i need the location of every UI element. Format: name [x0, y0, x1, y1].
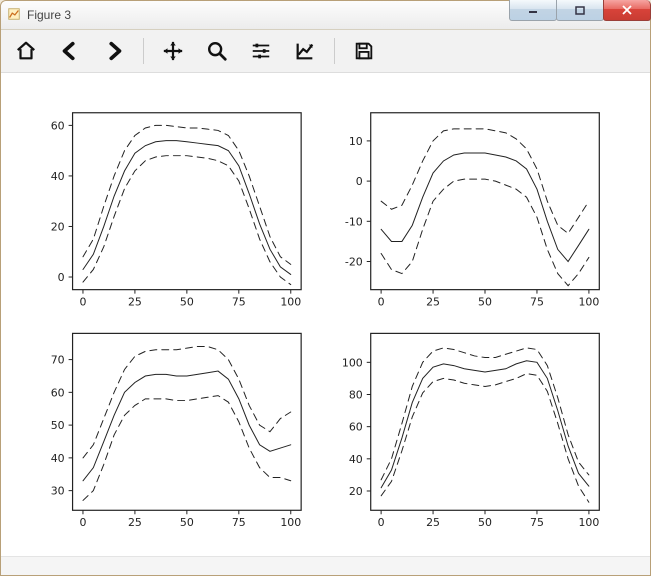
app-icon	[7, 7, 21, 21]
minimize-button[interactable]	[509, 0, 557, 21]
minimize-icon	[528, 5, 538, 15]
matplotlib-toolbar	[1, 30, 650, 73]
home-icon	[15, 40, 37, 62]
svg-text:40: 40	[51, 170, 65, 183]
svg-text:75: 75	[530, 516, 544, 529]
plot-svg: 025507510002040600255075100-20-100100255…	[1, 73, 650, 556]
configure-subplots-button[interactable]	[242, 34, 280, 68]
svg-text:25: 25	[128, 516, 142, 529]
titlebar[interactable]: Figure 3	[1, 1, 650, 30]
maximize-icon	[575, 5, 585, 15]
svg-text:25: 25	[426, 516, 440, 529]
svg-text:50: 50	[478, 516, 492, 529]
forward-button[interactable]	[95, 34, 133, 68]
svg-text:100: 100	[280, 296, 301, 309]
svg-text:0: 0	[58, 271, 65, 284]
svg-text:40: 40	[349, 453, 363, 466]
pan-icon	[162, 40, 184, 62]
svg-text:100: 100	[280, 516, 301, 529]
svg-text:20: 20	[51, 220, 65, 233]
back-icon	[59, 40, 81, 62]
forward-icon	[103, 40, 125, 62]
figure-canvas[interactable]: 025507510002040600255075100-20-100100255…	[1, 73, 650, 556]
statusbar	[1, 556, 650, 575]
back-button[interactable]	[51, 34, 89, 68]
home-button[interactable]	[7, 34, 45, 68]
svg-text:25: 25	[128, 296, 142, 309]
figure-window: Figure 3	[0, 0, 651, 576]
svg-text:50: 50	[51, 419, 65, 432]
svg-text:100: 100	[578, 296, 599, 309]
svg-text:100: 100	[342, 356, 363, 369]
svg-text:50: 50	[478, 296, 492, 309]
svg-text:80: 80	[349, 388, 363, 401]
svg-text:0: 0	[79, 516, 86, 529]
edit-axes-button[interactable]	[286, 34, 324, 68]
toolbar-separator	[334, 38, 335, 64]
svg-text:75: 75	[530, 296, 544, 309]
maximize-button[interactable]	[556, 0, 604, 21]
svg-text:0: 0	[356, 175, 363, 188]
svg-text:75: 75	[232, 296, 246, 309]
svg-text:-20: -20	[345, 255, 363, 268]
close-icon	[622, 5, 632, 15]
toolbar-separator	[143, 38, 144, 64]
svg-text:25: 25	[426, 296, 440, 309]
svg-text:0: 0	[378, 296, 385, 309]
svg-text:0: 0	[378, 516, 385, 529]
svg-text:50: 50	[180, 296, 194, 309]
svg-text:20: 20	[349, 485, 363, 498]
zoom-icon	[206, 40, 228, 62]
save-button[interactable]	[345, 34, 383, 68]
chart-icon	[294, 40, 316, 62]
sliders-icon	[250, 40, 272, 62]
svg-text:40: 40	[51, 452, 65, 465]
svg-text:-10: -10	[345, 215, 363, 228]
svg-text:60: 60	[51, 386, 65, 399]
svg-text:60: 60	[349, 421, 363, 434]
zoom-button[interactable]	[198, 34, 236, 68]
svg-text:30: 30	[51, 485, 65, 498]
close-button[interactable]	[603, 0, 651, 21]
pan-button[interactable]	[154, 34, 192, 68]
svg-text:70: 70	[51, 354, 65, 367]
window-buttons	[509, 1, 650, 29]
svg-text:50: 50	[180, 516, 194, 529]
svg-text:100: 100	[578, 516, 599, 529]
svg-text:75: 75	[232, 516, 246, 529]
svg-text:0: 0	[79, 296, 86, 309]
svg-text:60: 60	[51, 119, 65, 132]
save-icon	[353, 40, 375, 62]
svg-text:10: 10	[349, 135, 363, 148]
